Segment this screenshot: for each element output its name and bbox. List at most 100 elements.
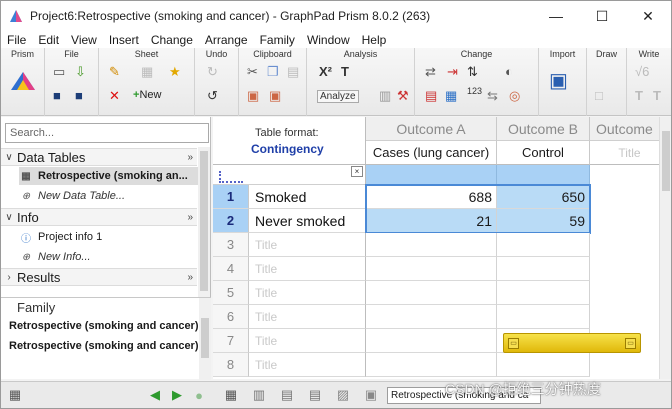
section-info[interactable]: ∨ Info » (1, 208, 197, 226)
nav-item-project-info[interactable]: ⓘ Project info 1 (19, 228, 199, 246)
minimize-button[interactable]: — (533, 1, 579, 31)
go-icon[interactable]: ● (191, 387, 207, 403)
nav-item-data-table[interactable]: ▦ Retrospective (smoking an... (19, 167, 199, 185)
row-number[interactable]: 7 (213, 329, 249, 353)
open-file-icon[interactable]: ⇩ (75, 64, 86, 80)
maximize-button[interactable]: ☐ (579, 1, 625, 31)
menu-arrange[interactable]: Arrange (199, 33, 254, 47)
menu-window[interactable]: Window (301, 33, 356, 47)
column-subheader-b[interactable] (497, 165, 590, 185)
paste-icon[interactable]: ▣ (247, 88, 259, 104)
undo-icon[interactable]: ↺ (207, 88, 218, 104)
next-sheet-icon[interactable]: ▶ (169, 387, 185, 403)
paste-options-icon[interactable]: ▣ (269, 88, 281, 104)
highlight-icon[interactable]: ✎ (109, 64, 120, 80)
floating-toolbar-close-button[interactable]: ▭ (625, 338, 636, 349)
row-title[interactable]: Title (249, 353, 366, 377)
info-view-icon[interactable]: ▤ (279, 387, 295, 403)
text-analysis-icon[interactable]: T (341, 64, 349, 79)
family-item[interactable]: Retrospective (smoking and cancer) (9, 320, 199, 332)
chi-square-icon[interactable]: X² (319, 64, 332, 79)
data-cell[interactable] (497, 305, 590, 329)
delete-icon[interactable]: ✕ (109, 88, 120, 104)
transpose-icon[interactable]: ▤ (425, 88, 437, 104)
sheet-scrollbar[interactable] (659, 117, 671, 379)
data-cell[interactable] (366, 233, 497, 257)
row-title[interactable]: Title (249, 329, 366, 353)
data-cell[interactable] (497, 353, 590, 377)
row-title[interactable]: Never smoked (249, 209, 366, 233)
navigator-scrollbar[interactable] (198, 147, 210, 317)
row-number[interactable]: 8 (213, 353, 249, 377)
magic-wand-icon[interactable]: ⚒ (397, 88, 409, 104)
scroll-thumb[interactable] (200, 151, 208, 291)
text-tool-icon[interactable]: T (635, 88, 643, 103)
symbol-icon[interactable]: √6 (635, 64, 649, 79)
save-as-icon[interactable]: ■ (75, 88, 83, 103)
column-header-a[interactable]: Outcome A (366, 117, 497, 141)
new-sheet-button[interactable]: +New (133, 89, 161, 101)
column-title-c[interactable]: Title (590, 141, 659, 165)
analysis-tool-icon[interactable]: ▥ (379, 88, 391, 104)
favorite-icon[interactable]: ★ (169, 64, 181, 80)
text-format-icon[interactable]: T (653, 88, 661, 103)
section-results[interactable]: › Results » (1, 268, 197, 286)
insert-column-icon[interactable]: ⇥ (447, 64, 458, 80)
prism-logo-icon[interactable] (9, 68, 37, 92)
column-title-a[interactable]: Cases (lung cancer) (366, 141, 497, 165)
row-number[interactable]: 3 (213, 233, 249, 257)
close-icon[interactable]: × (351, 166, 363, 177)
family-item[interactable]: Retrospective (smoking and cancer) (9, 340, 199, 352)
cut-icon[interactable]: ✂ (247, 64, 258, 80)
search-input[interactable]: Search... (5, 123, 209, 143)
data-cell[interactable] (366, 257, 497, 281)
row-number[interactable]: 4 (213, 257, 249, 281)
menu-help[interactable]: Help (356, 33, 393, 47)
scroll-thumb[interactable] (201, 318, 209, 358)
expand-icon[interactable]: » (187, 152, 193, 163)
row-title[interactable]: Title (249, 305, 366, 329)
color-scheme-icon[interactable]: ◎ (509, 88, 520, 104)
family-scrollbar[interactable] (199, 298, 211, 380)
column-header-b[interactable]: Outcome B (497, 117, 590, 141)
menu-insert[interactable]: Insert (103, 33, 145, 47)
row-title[interactable]: Smoked (249, 185, 366, 209)
row-title[interactable]: Title (249, 281, 366, 305)
menu-edit[interactable]: Edit (32, 33, 65, 47)
data-cell[interactable] (366, 281, 497, 305)
data-cell[interactable]: 21 (366, 209, 497, 233)
data-view-icon[interactable]: ▦ (223, 387, 239, 403)
new-file-icon[interactable]: ▭ (53, 64, 65, 80)
row-number[interactable]: 6 (213, 305, 249, 329)
table-view-icon[interactable]: ▥ (251, 387, 267, 403)
expand-icon[interactable]: » (187, 272, 193, 283)
data-cell[interactable] (497, 257, 590, 281)
menu-change[interactable]: Change (145, 33, 199, 47)
scroll-thumb[interactable] (662, 131, 670, 191)
table-format-value[interactable]: Contingency (251, 142, 324, 156)
column-subheader-a[interactable] (366, 165, 497, 185)
data-cell[interactable] (366, 305, 497, 329)
data-cell[interactable] (366, 329, 497, 353)
redo-icon[interactable]: ↻ (207, 64, 218, 80)
row-title[interactable]: Title (249, 257, 366, 281)
data-cell[interactable]: 650 (497, 185, 590, 209)
section-data-tables[interactable]: ∨ Data Tables » (1, 148, 197, 166)
floating-toolbar-minimize-button[interactable]: ▭ (508, 338, 519, 349)
menu-file[interactable]: File (1, 33, 32, 47)
sheet-icon[interactable]: ▦ (141, 64, 153, 80)
format-icon[interactable]: ▦ (445, 88, 457, 104)
menu-view[interactable]: View (65, 33, 103, 47)
row-number[interactable]: 2 (213, 209, 249, 233)
previous-sheet-icon[interactable]: ◀ (147, 387, 163, 403)
data-cell[interactable]: 59 (497, 209, 590, 233)
data-cell[interactable]: 688 (366, 185, 497, 209)
results-view-icon[interactable]: ▤ (307, 387, 323, 403)
column-header-c[interactable]: Outcome (590, 117, 659, 141)
copy-icon[interactable]: ❐ (267, 64, 279, 80)
data-cell[interactable] (366, 353, 497, 377)
close-button[interactable]: ✕ (625, 1, 671, 31)
nav-item-new-data-table[interactable]: ⊕ New Data Table... (19, 187, 199, 205)
data-cell[interactable] (497, 233, 590, 257)
floating-toolbar[interactable]: ▭ ▭ (503, 333, 641, 353)
